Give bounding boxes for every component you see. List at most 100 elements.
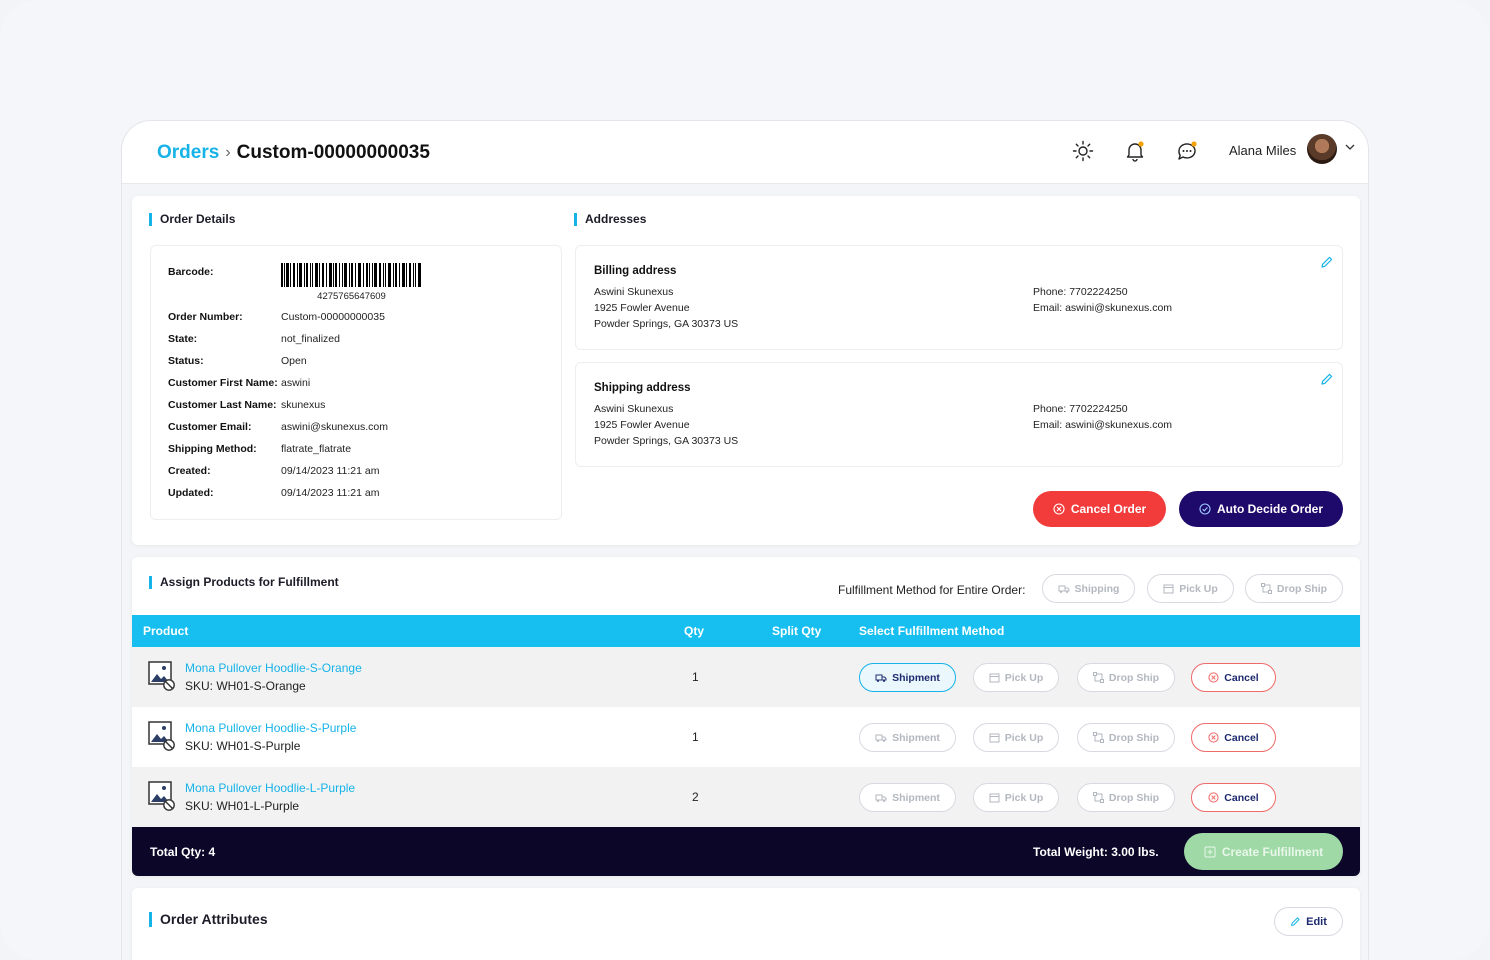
row-dropship-label: Drop Ship	[1108, 671, 1160, 684]
shipping-street: 1925 Fowler Avenue	[594, 419, 690, 431]
create-fulfillment-button[interactable]: Create Fulfillment	[1184, 833, 1343, 870]
products-table-header: Product Qty Split Qty Select Fulfillment…	[132, 615, 1360, 647]
edit-attributes-label: Edit	[1306, 915, 1327, 928]
product-image-placeholder-icon	[148, 661, 175, 691]
col-fulfillment-method: Select Fulfillment Method	[859, 624, 1005, 638]
chevron-down-icon[interactable]	[1344, 141, 1356, 153]
order-detail-value: 09/14/2023 11:21 am	[281, 465, 380, 477]
row-shipment-label: Shipment	[892, 731, 940, 744]
top-bar: Orders › Custom-00000000035 Alana Miles	[122, 121, 1368, 184]
row-cancel-button[interactable]: Cancel	[1191, 783, 1276, 812]
row-pickup-label: Pick Up	[1004, 731, 1044, 744]
col-product: Product	[143, 624, 189, 638]
row-cancel-button[interactable]: Cancel	[1191, 723, 1276, 752]
row-dropship-button[interactable]: Drop Ship	[1077, 723, 1175, 752]
order-detail-key: Shipping Method:	[168, 443, 257, 455]
billing-address-title: Billing address	[594, 265, 677, 277]
order-details-title: Order Details	[149, 213, 235, 226]
row-pickup-button[interactable]: Pick Up	[973, 723, 1059, 752]
box-icon	[989, 793, 1000, 803]
fulfillment-title: Assign Products for Fulfillment	[149, 576, 339, 589]
row-pickup-button[interactable]: Pick Up	[973, 783, 1059, 812]
truck-icon	[875, 794, 887, 802]
order-detail-value: Open	[281, 355, 307, 367]
row-pickup-button[interactable]: Pick Up	[973, 663, 1059, 692]
plus-box-icon	[1204, 846, 1216, 857]
row-dropship-button[interactable]: Drop Ship	[1077, 783, 1175, 812]
order-detail-row: Shipping Method: flatrate_flatrate	[168, 443, 351, 455]
row-shipment-button[interactable]: Shipment	[859, 663, 956, 692]
order-detail-value: not_finalized	[281, 333, 340, 345]
row-shipment-label: Shipment	[892, 671, 940, 684]
product-qty: 2	[692, 790, 699, 804]
edit-shipping-pencil-icon[interactable]	[1320, 372, 1334, 386]
product-sku: SKU: WH01-L-Purple	[185, 799, 300, 813]
billing-email: Email: aswini@skunexus.com	[1033, 302, 1173, 314]
addresses-title: Addresses	[574, 213, 646, 226]
order-detail-row: State: not_finalized	[168, 333, 340, 345]
page-title: Custom-00000000035	[236, 142, 430, 163]
product-name-link[interactable]: Mona Pullover Hoodlie-S-Orange	[185, 661, 362, 675]
box-icon	[989, 673, 1000, 683]
order-shipping-button[interactable]: Shipping	[1042, 574, 1135, 603]
order-detail-key: Customer Email:	[168, 421, 252, 433]
truck-icon	[875, 674, 887, 682]
shipping-city: Powder Springs, GA 30373 US	[594, 435, 739, 447]
dropship-icon	[1092, 672, 1104, 683]
cancel-order-label: Cancel Order	[1070, 502, 1147, 516]
order-details-card: Order Details Barcode: 4275765647609 Ord…	[132, 196, 1360, 545]
avatar[interactable]	[1307, 134, 1337, 164]
product-name-link[interactable]: Mona Pullover Hoodlie-S-Purple	[185, 721, 356, 735]
row-cancel-label: Cancel	[1224, 731, 1259, 744]
order-detail-row: Status: Open	[168, 355, 307, 367]
barcode-row: Barcode:	[168, 266, 281, 278]
order-detail-row: Customer Last Name: skunexus	[168, 399, 325, 411]
fulfillment-card: Assign Products for Fulfillment Fulfillm…	[132, 557, 1360, 876]
breadcrumb-orders-link[interactable]: Orders	[157, 142, 219, 164]
cancel-circle-icon	[1053, 503, 1065, 515]
shipping-name: Aswini Skunexus	[594, 403, 674, 415]
order-pickup-button[interactable]: Pick Up	[1147, 574, 1234, 603]
product-sku: SKU: WH01-S-Purple	[185, 739, 301, 753]
product-sku: SKU: WH01-S-Orange	[185, 679, 306, 693]
row-dropship-label: Drop Ship	[1108, 791, 1160, 804]
truck-icon	[1058, 585, 1070, 593]
order-detail-row: Created: 09/14/2023 11:21 am	[168, 465, 379, 477]
check-circle-icon	[1199, 503, 1211, 515]
order-detail-key: State:	[168, 333, 198, 345]
app-window: Orders › Custom-00000000035 Alana Miles	[121, 120, 1369, 960]
bell-icon[interactable]	[1123, 139, 1147, 163]
edit-attributes-button[interactable]: Edit	[1274, 907, 1343, 936]
chat-icon[interactable]	[1175, 139, 1199, 163]
cancel-order-button[interactable]: Cancel Order	[1033, 491, 1166, 527]
order-detail-key: Status:	[168, 355, 204, 367]
order-dropship-label: Drop Ship	[1276, 582, 1328, 595]
row-cancel-button[interactable]: Cancel	[1191, 663, 1276, 692]
order-detail-key: Customer First Name:	[168, 377, 278, 389]
row-dropship-button[interactable]: Drop Ship	[1077, 663, 1175, 692]
edit-billing-pencil-icon[interactable]	[1320, 255, 1334, 269]
sun-icon[interactable]	[1071, 139, 1095, 163]
row-dropship-label: Drop Ship	[1108, 731, 1160, 744]
cancel-circle-icon	[1208, 672, 1219, 683]
row-shipment-button[interactable]: Shipment	[859, 783, 956, 812]
billing-name: Aswini Skunexus	[594, 286, 674, 298]
order-detail-key: Created:	[168, 465, 211, 477]
order-dropship-button[interactable]: Drop Ship	[1245, 574, 1343, 603]
order-detail-key: Updated:	[168, 487, 214, 499]
fulfillment-method-label: Fulfillment Method for Entire Order:	[838, 583, 1026, 597]
total-weight: Total Weight: 3.00 lbs.	[1033, 845, 1159, 859]
user-name[interactable]: Alana Miles	[1229, 143, 1296, 158]
barcode-image	[281, 263, 421, 287]
order-attributes-card: Order Attributes Edit	[132, 888, 1360, 960]
create-fulfillment-label: Create Fulfillment	[1221, 844, 1324, 859]
order-detail-key: Order Number:	[168, 311, 243, 323]
auto-decide-order-button[interactable]: Auto Decide Order	[1179, 491, 1343, 527]
shipping-address-title: Shipping address	[594, 382, 691, 394]
table-row: Mona Pullover Hoodlie-L-Purple SKU: WH01-…	[132, 767, 1360, 827]
row-cancel-label: Cancel	[1224, 671, 1259, 684]
row-shipment-button[interactable]: Shipment	[859, 723, 956, 752]
order-detail-value: aswini	[281, 377, 311, 389]
product-name-link[interactable]: Mona Pullover Hoodlie-L-Purple	[185, 781, 355, 795]
product-qty: 1	[692, 670, 699, 684]
